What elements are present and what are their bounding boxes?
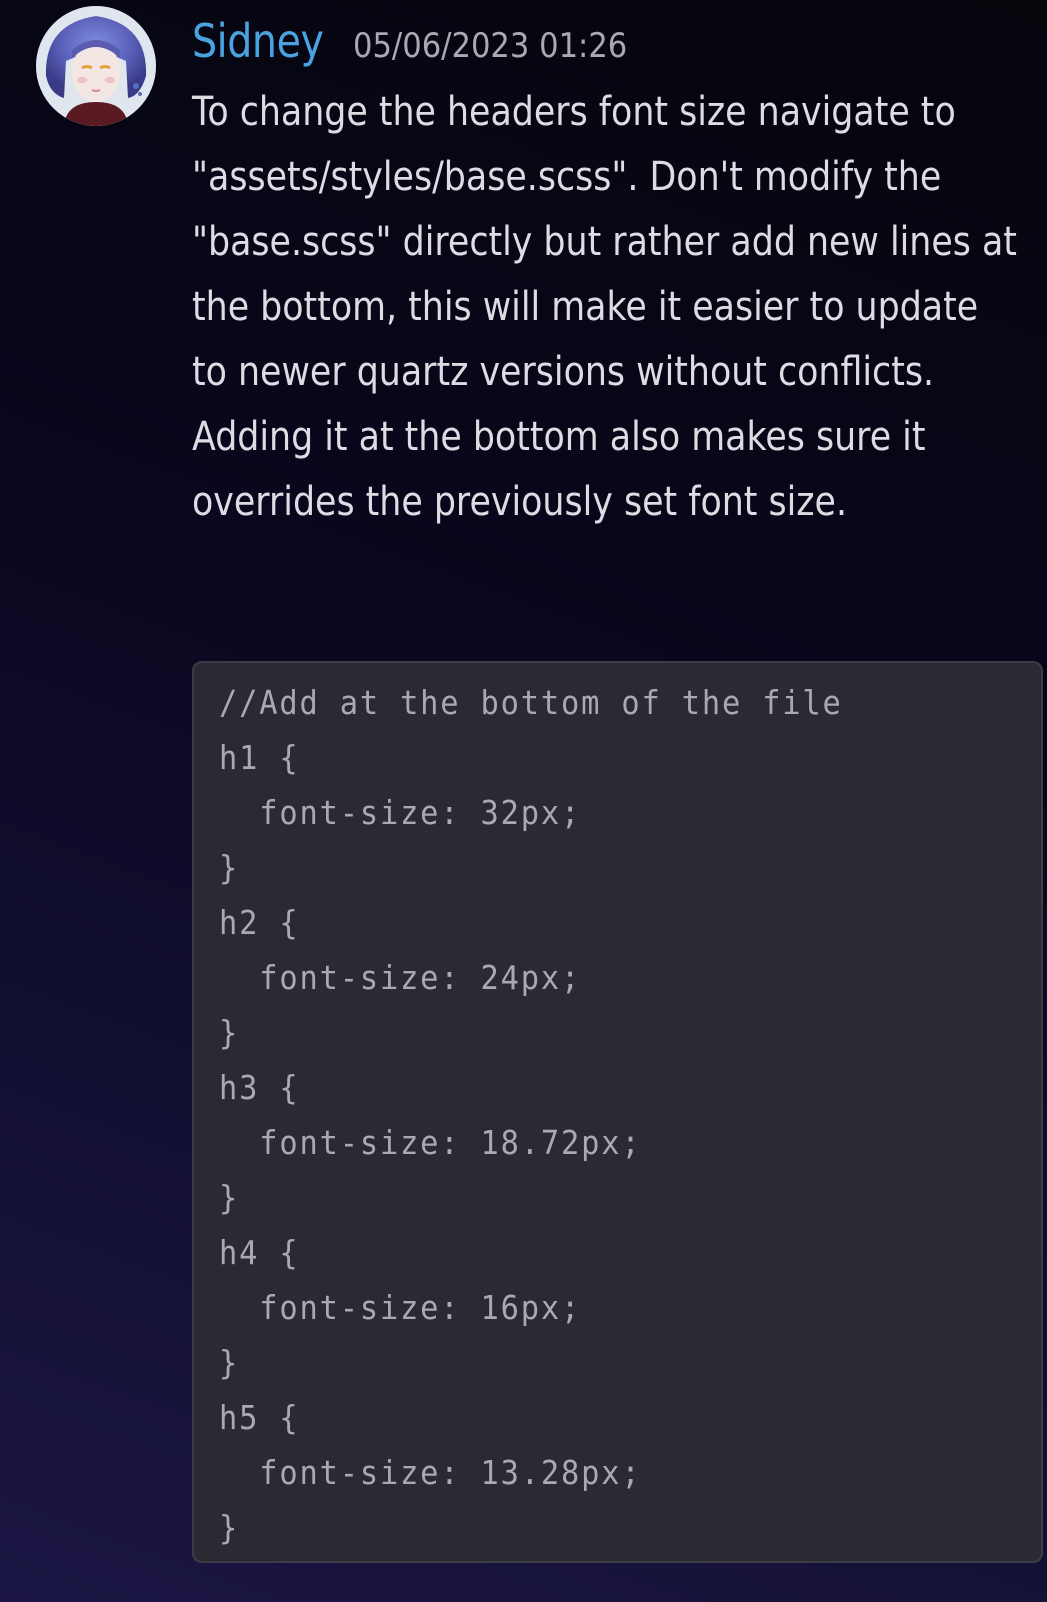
code-line: h5 {	[219, 1398, 300, 1437]
code-line: //Add at the bottom of the file	[219, 683, 843, 722]
message-header: Sidney 05/06/2023 01:26	[192, 14, 658, 68]
message-text: To change the headers font size navigate…	[192, 89, 1017, 525]
code-line: }	[219, 1343, 240, 1382]
username[interactable]: Sidney	[192, 14, 324, 68]
code-line: font-size: 24px;	[219, 958, 582, 997]
code-line: font-size: 18.72px;	[219, 1123, 642, 1162]
code-line: font-size: 32px;	[219, 793, 582, 832]
chat-message: Sidney 05/06/2023 01:26 To change the he…	[0, 0, 1047, 1602]
code-line: font-size: 13.28px;	[219, 1453, 642, 1492]
code-line: }	[219, 1508, 240, 1547]
code-line: }	[219, 1013, 240, 1052]
code-block: //Add at the bottom of the file h1 { fon…	[192, 661, 1043, 1563]
avatar-illustration-icon	[36, 6, 156, 126]
code-line: h4 {	[219, 1233, 300, 1272]
timestamp: 05/06/2023 01:26	[352, 26, 628, 66]
code-line: font-size: 16px;	[219, 1288, 582, 1327]
code-line: h2 {	[219, 903, 300, 942]
code-line: }	[219, 1178, 240, 1217]
code-line: h1 {	[219, 738, 300, 777]
code-line: h3 {	[219, 1068, 300, 1107]
code-line: }	[219, 848, 240, 887]
user-avatar[interactable]	[36, 6, 156, 126]
